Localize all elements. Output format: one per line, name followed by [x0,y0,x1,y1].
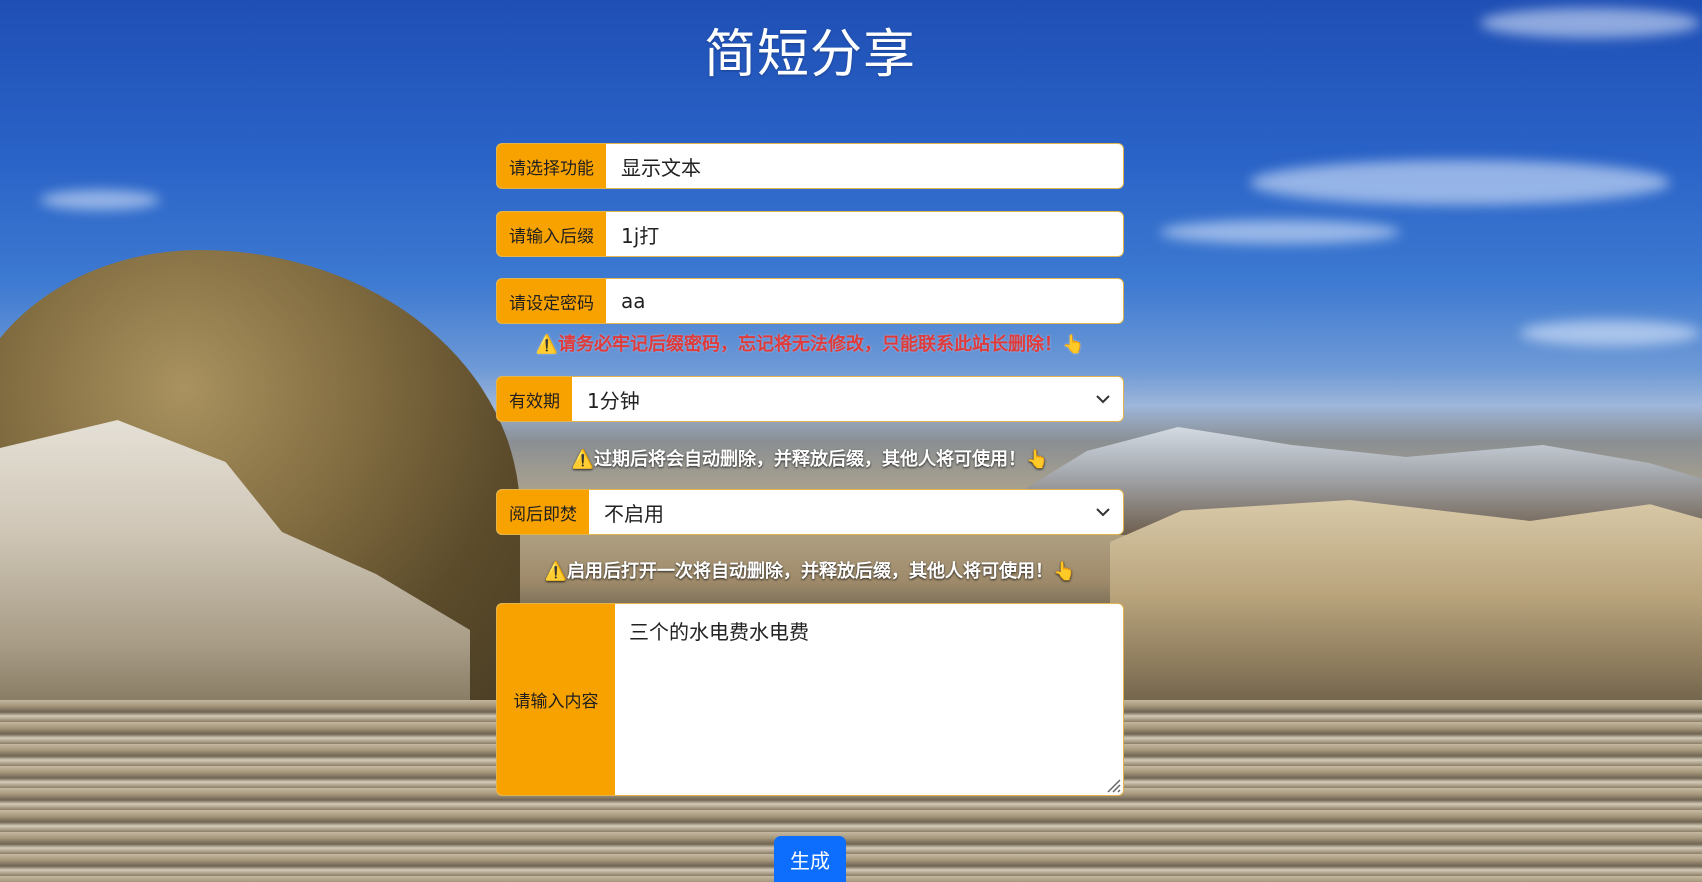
content-textarea[interactable]: 三个的水电费水电费 [615,604,1123,795]
content-label: 请输入内容 [497,604,615,795]
burn-value[interactable]: 不启用 [589,490,1083,534]
password-warning: ⚠️请务必牢记后缀密码，忘记将无法修改，只能联系此站长删除！👆 [535,334,1085,355]
chevron-down-icon[interactable] [1083,377,1123,421]
expiry-label: 有效期 [497,377,572,421]
burn-hint: ⚠️启用后打开一次将自动删除，并释放后缀，其他人将可使用！👆 [544,561,1076,582]
chevron-down-icon[interactable] [1083,490,1123,534]
function-field[interactable]: 请选择功能 显示文本 [496,143,1124,189]
password-input[interactable]: aa [606,279,1123,323]
suffix-label: 请输入后缀 [497,212,606,256]
suffix-field[interactable]: 请输入后缀 1j打 [496,211,1124,257]
burn-after-reading-select[interactable]: 阅后即焚 不启用 [496,489,1124,535]
expiry-value[interactable]: 1分钟 [572,377,1083,421]
content-text: 三个的水电费水电费 [629,620,809,644]
expiry-hint: ⚠️过期后将会自动删除，并释放后缀，其他人将可使用！👆 [571,449,1049,470]
function-label: 请选择功能 [497,144,606,188]
expiry-select[interactable]: 有效期 1分钟 [496,376,1124,422]
main-container: 简短分享 请选择功能 显示文本 请输入后缀 1j打 请设定密码 aa ⚠️请务必… [0,0,1702,882]
password-label: 请设定密码 [497,279,606,323]
function-value[interactable]: 显示文本 [606,144,1123,188]
suffix-input[interactable]: 1j打 [606,212,1123,256]
page-title: 简短分享 [703,25,916,85]
burn-label: 阅后即焚 [497,490,589,534]
password-field[interactable]: 请设定密码 aa [496,278,1124,324]
generate-button[interactable]: 生成 [774,836,846,882]
content-field[interactable]: 请输入内容 三个的水电费水电费 [496,603,1124,796]
resize-grip-icon[interactable] [1103,775,1121,793]
